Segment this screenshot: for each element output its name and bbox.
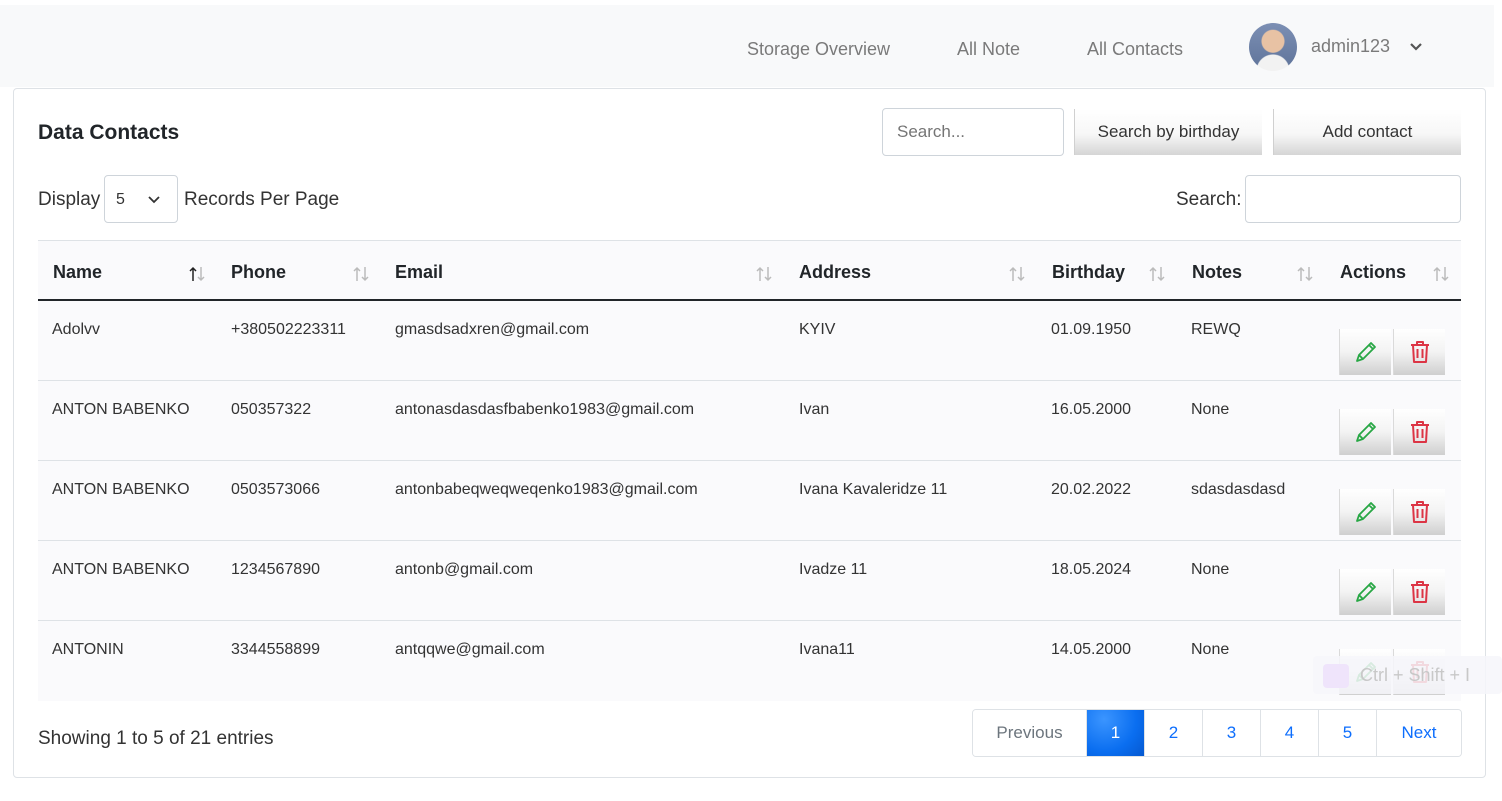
table-header: Name Phone Email Address Birthday Notes [38,241,1461,301]
cell-name: ANTONIN [52,641,124,658]
pagination-next[interactable]: Next [1376,710,1461,756]
pencil-icon [1355,422,1376,442]
cell-phone: 1234567890 [231,561,320,578]
delete-button[interactable] [1393,489,1445,535]
cell-notes: REWQ [1191,321,1241,338]
cell-phone: 050357322 [231,401,312,418]
records-per-page-label: Records Per Page [184,189,340,210]
extension-icon [1323,664,1349,688]
table-search-input[interactable] [1245,175,1461,223]
cell-address: Ivana11 [799,641,855,658]
edit-button[interactable] [1339,329,1391,375]
sort-arrows-icon[interactable] [1296,265,1314,283]
nav-link-all-note[interactable]: All Note [957,39,1020,60]
delete-button[interactable] [1393,329,1445,375]
cell-phone: 3344558899 [231,641,320,658]
trash-icon [1410,421,1429,443]
pencil-icon [1355,342,1376,362]
column-header-actions[interactable]: Actions [1340,262,1406,283]
cell-birthday: 18.05.2024 [1051,561,1132,578]
edit-button[interactable] [1339,409,1391,455]
cell-name: ANTON BABENKO [52,561,190,578]
user-avatar[interactable] [1249,23,1297,71]
cell-address: KYIV [799,321,836,338]
column-header-birthday[interactable]: Birthday [1052,262,1125,283]
entries-info: Showing 1 to 5 of 21 entries [38,728,274,749]
display-label: Display [38,189,101,210]
pagination-page-4[interactable]: 4 [1260,710,1318,756]
search-input[interactable] [882,108,1064,156]
cell-email: antonasdasdasfbabenko1983@gmail.com [395,401,695,418]
cell-notes: sdasdasdasd [1191,481,1286,498]
edit-button[interactable] [1339,569,1391,615]
table-row: ANTON BABENKO 0503573066 antonbabeqweqwe… [38,461,1461,541]
cell-address: Ivan [799,401,830,418]
shortcut-hint: Ctrl + Shift + I [1360,665,1471,685]
contacts-card: Data Contacts Search by birthday Add con… [13,88,1486,778]
pagination-page-2[interactable]: 2 [1144,710,1202,756]
cell-notes: None [1191,561,1230,578]
cell-address: Ivadze 11 [799,561,868,578]
trash-icon [1410,501,1429,523]
cell-email: antonb@gmail.com [395,561,534,578]
sort-arrows-icon[interactable] [352,265,370,283]
pencil-icon [1355,502,1376,522]
nav-link-all-contacts[interactable]: All Contacts [1087,39,1183,60]
column-header-name[interactable]: Name [53,262,102,283]
cell-birthday: 01.09.1950 [1051,321,1132,338]
cell-name: Adolvv [52,321,101,338]
delete-button[interactable] [1393,569,1445,615]
table-search-label: Search: [1176,189,1242,210]
cell-name: ANTON BABENKO [52,401,190,418]
cell-email: antqqwe@gmail.com [395,641,545,658]
trash-icon [1410,581,1429,603]
table-row: Adolvv +380502223311 gmasdsadxren@gmail.… [38,301,1461,381]
delete-button[interactable] [1393,409,1445,455]
sort-arrows-icon[interactable] [1008,265,1026,283]
pagination-page-5[interactable]: 5 [1318,710,1376,756]
trash-icon [1410,341,1429,363]
chevron-down-icon [148,196,160,204]
table-row: ANTONIN 3344558899 antqqwe@gmail.com Iva… [38,621,1461,701]
shortcut-overlay: Ctrl + Shift + I [1313,656,1502,694]
column-header-address[interactable]: Address [799,262,871,283]
pagination: Previous 1 2 3 4 5 Next [972,709,1462,757]
cell-birthday: 16.05.2000 [1051,401,1132,418]
sort-arrows-icon[interactable] [1432,265,1450,283]
cell-birthday: 14.05.2000 [1051,641,1132,658]
column-header-phone[interactable]: Phone [231,262,286,283]
search-by-birthday-button[interactable]: Search by birthday [1074,109,1262,155]
user-name[interactable]: admin123 [1311,36,1390,57]
cell-address: Ivana Kavaleridze 11 [799,481,948,498]
table-row: ANTON BABENKO 1234567890 antonb@gmail.co… [38,541,1461,621]
pagination-page-1[interactable]: 1 [1086,710,1144,756]
pagination-page-3[interactable]: 3 [1202,710,1260,756]
edit-button[interactable] [1339,489,1391,535]
table-row: ANTON BABENKO 050357322 antonasdasdasfba… [38,381,1461,461]
pencil-icon [1355,582,1376,602]
page-size-select[interactable]: 5 [104,175,178,223]
page-size-value: 5 [116,191,125,208]
column-header-notes[interactable]: Notes [1192,262,1242,283]
sort-arrows-icon[interactable] [755,265,773,283]
page-title: Data Contacts [38,121,180,144]
cell-email: gmasdsadxren@gmail.com [395,321,590,338]
cell-notes: None [1191,641,1230,658]
cell-email: antonbabeqweqweqenko1983@gmail.com [395,481,698,498]
pagination-previous[interactable]: Previous [973,710,1086,756]
sort-arrows-icon[interactable] [1148,265,1166,283]
sort-ascending-icon[interactable] [188,265,206,283]
top-navbar: Storage Overview All Note All Contacts a… [0,5,1494,87]
cell-phone: +380502223311 [231,321,346,338]
cell-notes: None [1191,401,1230,418]
cell-birthday: 20.02.2022 [1051,481,1132,498]
add-contact-button[interactable]: Add contact [1273,109,1461,155]
cell-phone: 0503573066 [231,481,320,498]
contacts-table: Name Phone Email Address Birthday Notes [38,240,1461,701]
chevron-down-icon[interactable] [1409,40,1423,54]
column-header-email[interactable]: Email [395,262,443,283]
nav-link-storage-overview[interactable]: Storage Overview [747,39,890,60]
cell-name: ANTON BABENKO [52,481,190,498]
